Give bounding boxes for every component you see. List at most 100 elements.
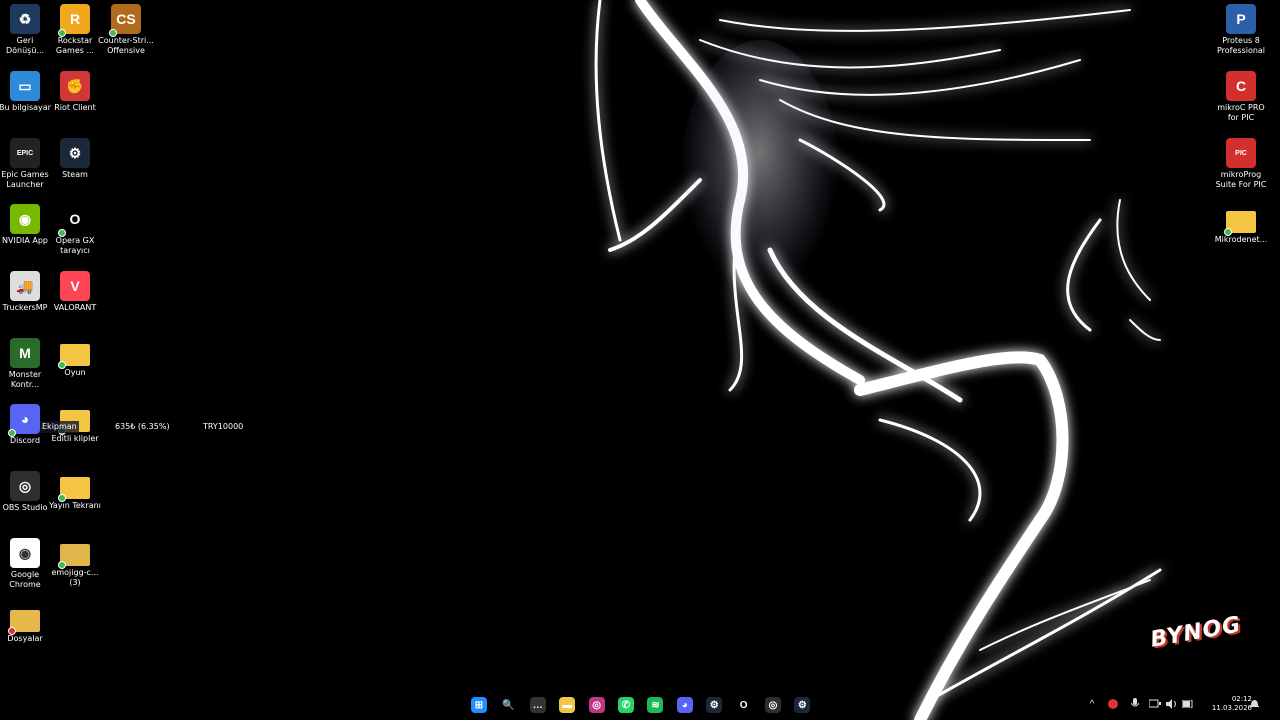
desktop-icon-folder[interactable]: Oyun xyxy=(50,334,100,398)
chrome-icon: ◉ xyxy=(10,538,40,568)
valorant-icon: V xyxy=(60,271,90,301)
opera-gx-icon: O xyxy=(58,204,90,237)
battery-icon[interactable] xyxy=(1181,696,1195,712)
clock[interactable]: 02:12 11.03.2026 xyxy=(1196,695,1252,713)
desktop-wallpaper xyxy=(0,0,1280,720)
clock-date: 11.03.2026 xyxy=(1211,704,1252,712)
desktop-icon-label: Bu bilgisayar xyxy=(0,103,51,112)
desktop-icon-rockstar[interactable]: R Rockstar Games ... xyxy=(50,0,100,64)
proteus-icon: P xyxy=(1226,4,1256,34)
taskbar-spotify[interactable]: ≋ xyxy=(644,694,666,716)
desktop-icon-label: Discord xyxy=(9,436,41,445)
desktop-icon-label: Mikrodenet... xyxy=(1214,235,1268,244)
taskbar-file-explorer[interactable]: ▬ xyxy=(556,694,578,716)
epic-games-icon: EPIC xyxy=(10,138,40,168)
desktop-icon-label: OBS Studio xyxy=(2,503,48,512)
desktop-icon-label: Geri Dönüşü... xyxy=(5,36,45,55)
this-pc-icon: ▭ xyxy=(10,71,40,101)
taskbar-instagram[interactable]: ◎ xyxy=(586,694,608,716)
overlay-currency: TRY10000 xyxy=(203,422,244,431)
desktop-icon-valorant[interactable]: V VALORANT xyxy=(50,267,100,331)
taskbar-app-1[interactable]: … xyxy=(527,694,549,716)
network-icon[interactable] xyxy=(1148,696,1162,712)
desktop-icon-label: Counter-Stri... Offensive xyxy=(98,36,154,55)
volume-icon[interactable] xyxy=(1165,696,1179,712)
recycle-bin-icon: ♻ xyxy=(10,4,40,34)
taskbar-steam-2[interactable]: ⚙ xyxy=(791,694,813,716)
monster-icon: M xyxy=(10,338,40,368)
folder-icon xyxy=(58,544,90,569)
desktop-icon-label: Steam xyxy=(62,170,88,179)
notification-bell-icon[interactable] xyxy=(1248,696,1260,712)
desktop-icon-label: Oyun xyxy=(64,368,86,377)
sync-status-icon xyxy=(8,627,16,635)
taskbar-obs[interactable]: ◎ xyxy=(762,694,784,716)
windows-icon: ⊞ xyxy=(471,697,487,713)
desktop-icon-label: Monster Kontr... xyxy=(8,370,42,389)
desktop-icon-csgo[interactable]: CS Counter-Stri... Offensive xyxy=(98,0,154,64)
desktop-icon-label: Riot Client xyxy=(54,103,96,112)
taskbar-opera-gx[interactable]: O xyxy=(733,694,755,716)
desktop-icon-folder[interactable]: emojigg-c... (3) xyxy=(50,534,100,598)
taskbar-steam[interactable]: ⚙ xyxy=(703,694,725,716)
file-explorer-icon: ▬ xyxy=(559,697,576,713)
desktop-icon-label: emojigg-c... (3) xyxy=(51,568,99,587)
mikroc-icon: C xyxy=(1226,71,1256,101)
taskbar-whatsapp[interactable]: ✆ xyxy=(615,694,637,716)
sync-status-icon xyxy=(8,429,16,437)
start-button[interactable]: ⊞ xyxy=(468,694,490,716)
steam-icon: ⚙ xyxy=(794,697,811,713)
steam-icon: ⚙ xyxy=(60,138,90,168)
desktop-icon-label: Dosyalar xyxy=(7,634,43,643)
sync-status-icon xyxy=(58,29,66,37)
desktop-icon-label: mikroProg Suite For PIC xyxy=(1215,170,1267,189)
desktop-icon-steam[interactable]: ⚙ Steam xyxy=(50,134,100,198)
desktop-icon-folder[interactable]: Yayın Tekranı xyxy=(49,467,101,531)
taskbar-discord[interactable]: ◕ xyxy=(674,694,696,716)
discord-icon: ◕ xyxy=(8,404,40,437)
folder-icon xyxy=(58,344,90,369)
steam-icon: ⚙ xyxy=(706,697,723,713)
desktop-icon-label: NVIDIA App xyxy=(2,236,48,245)
sync-status-icon xyxy=(58,561,66,569)
desktop-icon-riot-client[interactable]: ✊ Riot Client xyxy=(50,67,100,131)
desktop-icon-opera-gx[interactable]: O Opera GX tarayıcı xyxy=(50,200,100,264)
sync-status-icon xyxy=(109,29,117,37)
desktop-icon-truckersmp[interactable]: 🚚 TruckersMP xyxy=(0,267,50,331)
desktop-icon-chrome[interactable]: ◉ Google Chrome xyxy=(0,534,50,598)
search-button[interactable]: 🔍 xyxy=(497,694,519,716)
tray-chevron-icon[interactable]: ^ xyxy=(1086,696,1098,712)
clock-time: 02:12 xyxy=(1231,695,1252,703)
desktop-icon-label: Yayın Tekranı xyxy=(49,501,101,510)
sync-status-icon xyxy=(58,494,66,502)
desktop-icon-obs[interactable]: ◎ OBS Studio xyxy=(0,467,50,531)
csgo-icon: CS xyxy=(109,4,141,37)
desktop-icon-monster[interactable]: M Monster Kontr... xyxy=(0,334,50,398)
nvidia-icon: ◉ xyxy=(10,204,40,234)
search-icon: 🔍 xyxy=(502,699,515,711)
instagram-icon: ◎ xyxy=(588,697,605,713)
folder-icon xyxy=(8,610,40,635)
overlay-bar: Ekipman 635₺ (6.35%) TRY10000 xyxy=(38,421,248,433)
obs-icon: ◎ xyxy=(765,697,781,713)
desktop-icon-label: Proteus 8 Professional xyxy=(1216,36,1266,55)
desktop-icon-folder[interactable]: Dosyalar xyxy=(0,600,50,664)
sync-status-icon xyxy=(58,229,66,237)
desktop-icon-folder[interactable]: Mikrodenet... xyxy=(1214,201,1268,265)
desktop-icon-nvidia[interactable]: ◉ NVIDIA App xyxy=(0,200,50,264)
app-icon: … xyxy=(529,697,546,713)
desktop-icon-this-pc[interactable]: ▭ Bu bilgisayar xyxy=(0,67,51,131)
desktop-icon-label: Google Chrome xyxy=(9,570,41,589)
spotify-icon: ≋ xyxy=(647,697,664,713)
desktop-icon-label: mikroC PRO for PIC xyxy=(1217,103,1265,122)
desktop-icon-mikroprog[interactable]: PIC mikroProg Suite For PIC xyxy=(1216,134,1266,198)
desktop-icon-epic-games[interactable]: EPIC Epic Games Launcher xyxy=(0,134,50,198)
desktop-icon-recycle-bin[interactable]: ♻ Geri Dönüşü... xyxy=(0,0,50,64)
desktop-icon-proteus[interactable]: P Proteus 8 Professional xyxy=(1216,0,1266,64)
sync-status-icon xyxy=(1224,228,1232,236)
desktop-icon-label: Epic Games Launcher xyxy=(1,170,49,189)
desktop-icon-label: TruckersMP xyxy=(2,303,48,312)
tray-app-icon[interactable] xyxy=(1106,696,1120,712)
microphone-icon[interactable] xyxy=(1128,696,1142,712)
desktop-icon-mikroc[interactable]: CmikroC PRO for PIC xyxy=(1216,67,1266,131)
